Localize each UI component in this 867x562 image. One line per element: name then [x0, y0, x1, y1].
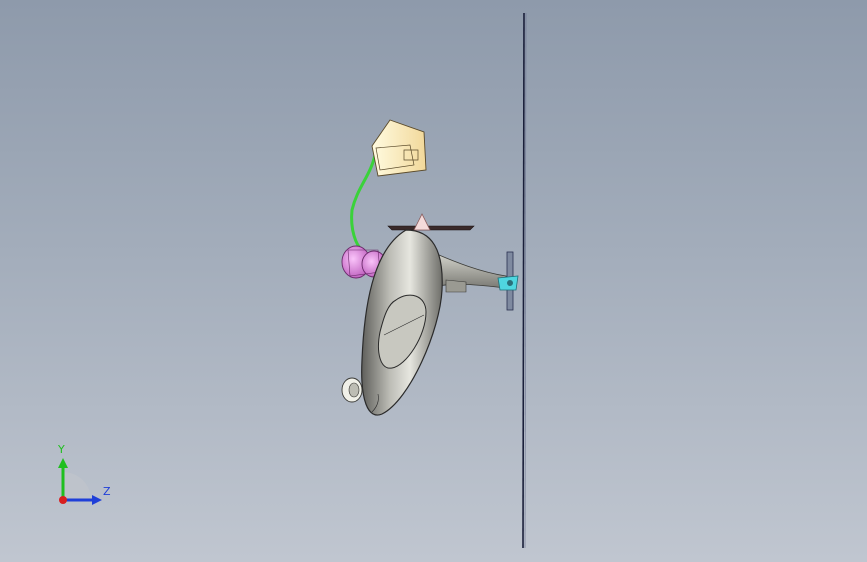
model-canvas[interactable]	[0, 0, 867, 562]
graphics-viewport[interactable]: Y Z	[0, 0, 867, 562]
tail-boom[interactable]	[431, 251, 509, 293]
main-rotor-blade[interactable]	[522, 12, 527, 549]
white-component[interactable]	[341, 377, 363, 403]
triad-y-label: Y	[58, 443, 65, 456]
yellow-component[interactable]	[371, 119, 427, 177]
rotor-head[interactable]	[387, 213, 475, 231]
triad-z-label: Z	[103, 485, 111, 498]
coordinate-triad	[58, 458, 102, 505]
green-cable[interactable]	[350, 149, 378, 252]
tail-rotor[interactable]	[497, 251, 519, 311]
